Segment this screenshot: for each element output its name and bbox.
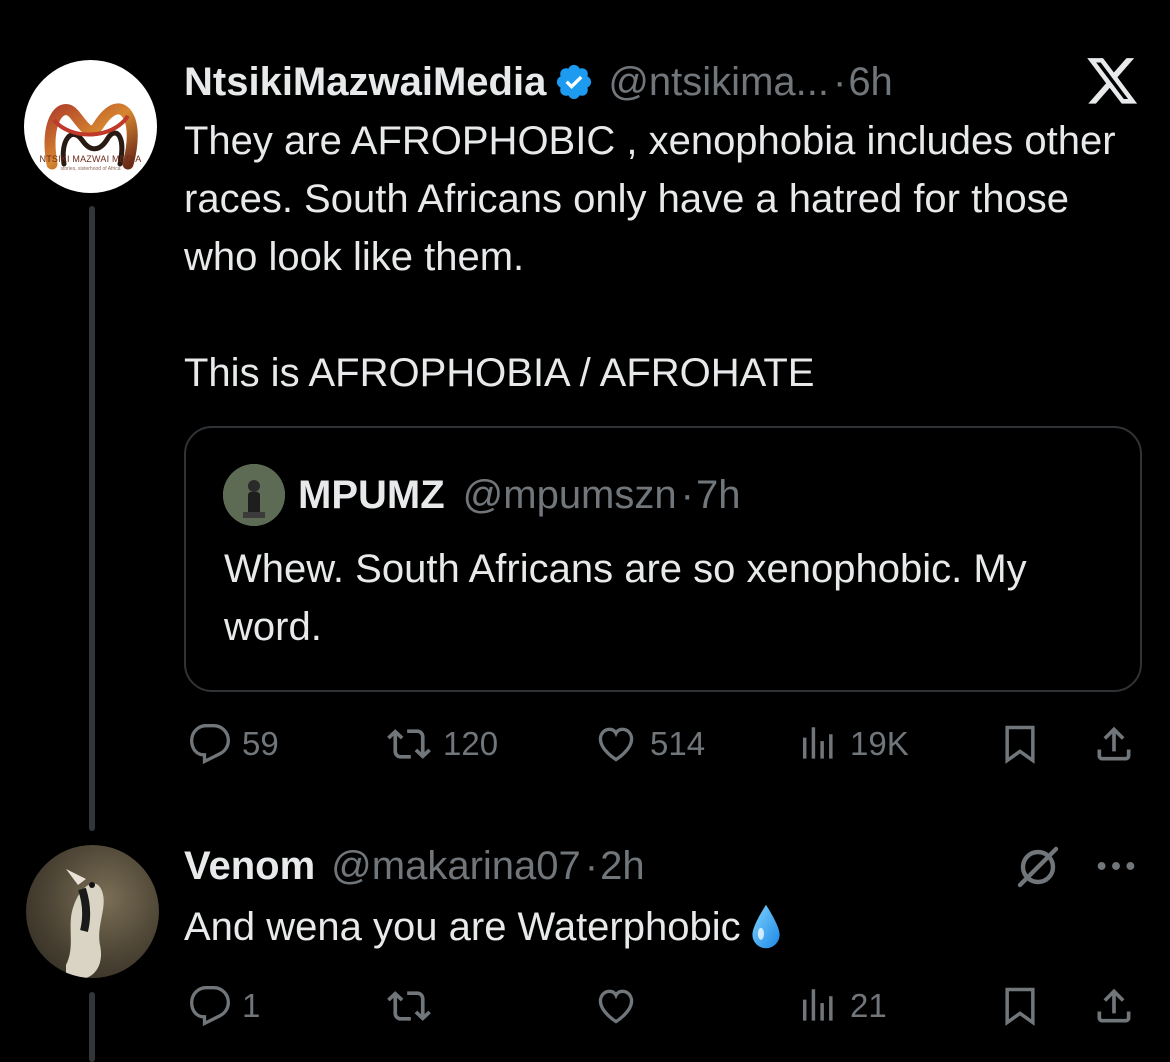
tweet-time[interactable]: 6h: [848, 60, 893, 105]
avatar-brand-subtext: stories, sisterhood of Africa: [60, 166, 121, 172]
share-button[interactable]: [1092, 722, 1136, 766]
heart-icon: [598, 989, 634, 1024]
quoted-tweet-text: Whew. South Africans are so xenophobic. …: [224, 547, 1027, 649]
verified-badge-icon: [554, 62, 594, 102]
reply-repost-button[interactable]: [385, 984, 443, 1028]
quoted-author-avatar[interactable]: [223, 464, 285, 526]
separator-dot: ·: [832, 59, 847, 104]
tweet-text-paragraph: They are AFROPHOBIC , xenophobia include…: [184, 119, 1116, 279]
bookmark-icon: [1005, 987, 1035, 1026]
reply-author-avatar[interactable]: [26, 845, 159, 978]
heart-icon: [598, 727, 634, 762]
reply-button[interactable]: 59: [188, 722, 279, 766]
thread-line-bottom: [89, 992, 95, 1062]
share-icon: [1097, 988, 1131, 1023]
reply-icon: [190, 724, 230, 765]
reply-like-button[interactable]: [592, 984, 650, 1028]
repost-button[interactable]: 120: [385, 722, 498, 766]
author-display-name[interactable]: NtsikiMazwaiMedia: [184, 60, 546, 105]
reply-text: And wena you are Waterphobic 💧: [184, 898, 1124, 956]
separator-dot: ·: [680, 472, 694, 517]
like-count: 514: [650, 725, 706, 762]
quoted-author-handle[interactable]: @mpumszn: [463, 473, 677, 518]
reply-views-count: 21: [850, 987, 887, 1024]
reply-text-content: And wena you are Waterphobic: [184, 905, 741, 949]
author-handle[interactable]: @ntsikima...: [608, 60, 829, 105]
reply-author-display-name[interactable]: Venom: [184, 844, 315, 889]
more-options-icon[interactable]: [1094, 848, 1138, 889]
analytics-icon: [802, 727, 833, 759]
author-avatar[interactable]: NTSIKI MAZWAI MEDIA stories, sisterhood …: [24, 60, 157, 193]
reply-reply-button[interactable]: 1: [188, 984, 260, 1028]
reply-views-button[interactable]: 21: [796, 984, 887, 1028]
x-logo-icon[interactable]: [1087, 58, 1139, 111]
reply-share-button[interactable]: [1092, 984, 1136, 1028]
analytics-icon: [802, 989, 833, 1021]
share-icon: [1097, 726, 1131, 761]
quoted-tweet-time: 7h: [695, 472, 741, 517]
quoted-tweet-card[interactable]: MPUMZ @mpumszn · 7h Whew. South Africans…: [184, 426, 1142, 692]
bookmark-button[interactable]: [998, 722, 1042, 766]
like-button[interactable]: 514: [592, 722, 705, 766]
repost-count: 120: [443, 725, 499, 762]
water-drop-icon: [752, 904, 780, 949]
reply-header: Venom @makarina07 · 2h: [184, 840, 645, 892]
reply-reply-count: 1: [242, 987, 261, 1024]
tweet-header: NtsikiMazwaiMedia @ntsikima... · 6h: [184, 56, 893, 108]
tweet-text-paragraph: This is AFROPHOBIA / AFROHATE: [184, 351, 815, 395]
quoted-author-display-name[interactable]: MPUMZ: [298, 473, 445, 518]
reply-count: 59: [242, 725, 279, 762]
snake-photo-icon: [66, 869, 104, 978]
repost-icon: [387, 729, 431, 759]
brand-logo-icon: [44, 103, 138, 170]
views-count: 19K: [850, 725, 909, 762]
person-photo-icon: [223, 464, 285, 526]
separator-dot: ·: [584, 843, 599, 888]
reply-bookmark-button[interactable]: [998, 984, 1042, 1028]
grok-icon[interactable]: [1014, 843, 1062, 896]
bookmark-icon: [1005, 725, 1035, 764]
reply-icon: [190, 986, 230, 1027]
views-button[interactable]: 19K: [796, 722, 909, 766]
reply-time[interactable]: 2h: [600, 844, 645, 889]
tweet-text: They are AFROPHOBIC , xenophobia include…: [184, 112, 1144, 402]
reply-author-handle[interactable]: @makarina07: [331, 844, 581, 889]
thread-line: [89, 206, 95, 831]
quoted-tweet-header: MPUMZ @mpumszn · 7h: [298, 470, 740, 520]
avatar-brand-text: NTSIKI MAZWAI MEDIA: [39, 154, 142, 164]
repost-icon: [387, 991, 431, 1021]
